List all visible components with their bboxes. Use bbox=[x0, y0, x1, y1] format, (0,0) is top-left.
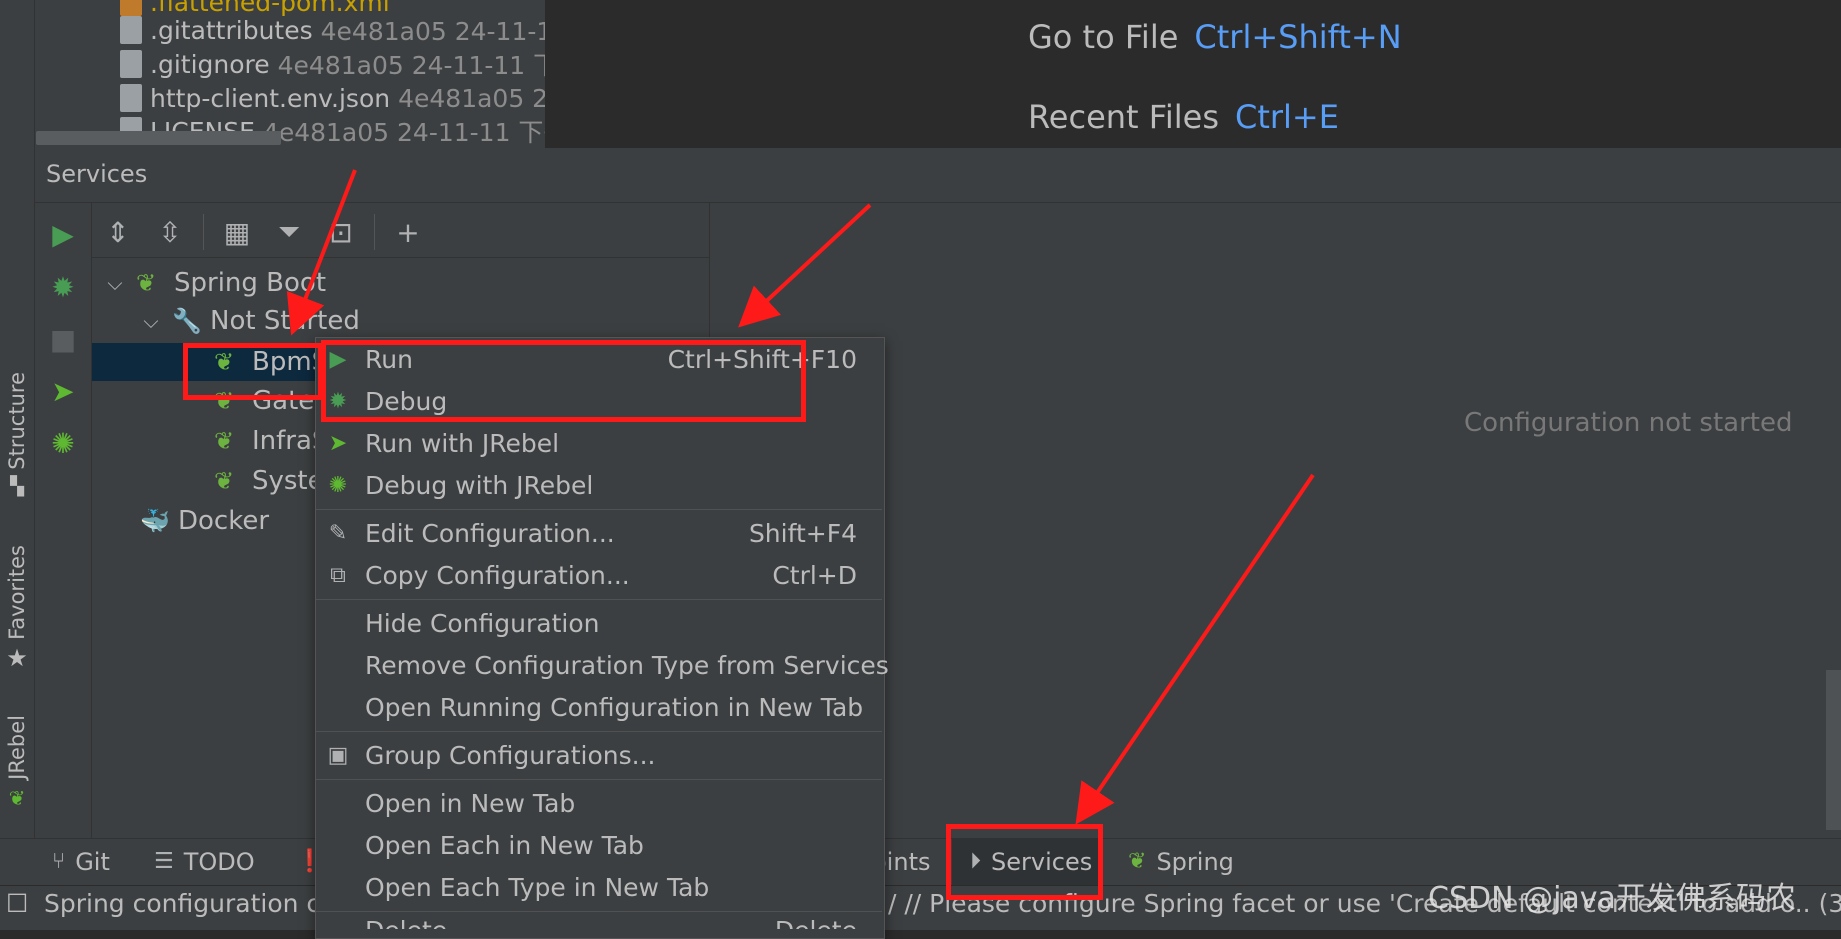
annotation-arrows bbox=[286, 169, 1315, 825]
arrow-to-services-tab bbox=[1075, 473, 1315, 825]
arrow-to-selected-app bbox=[286, 169, 357, 336]
arrow-to-run-debug bbox=[738, 203, 872, 328]
